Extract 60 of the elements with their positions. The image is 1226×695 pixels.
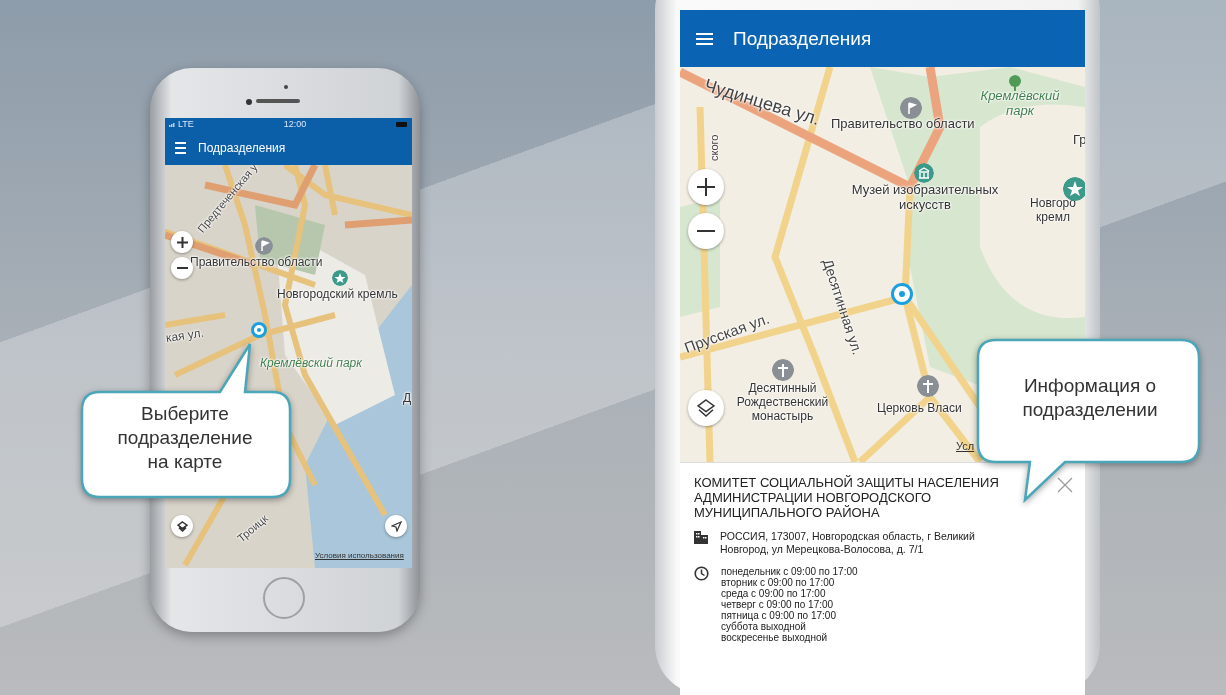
speaker-slot	[256, 99, 300, 103]
layers-icon	[697, 399, 715, 417]
navigation-arrow-icon	[390, 520, 402, 532]
app-title: Подразделения	[198, 140, 286, 155]
layers-icon	[176, 520, 188, 532]
tree-icon	[1008, 75, 1022, 91]
carrier-label: LTE	[178, 119, 194, 129]
layers-button[interactable]	[171, 515, 193, 537]
plus-icon	[697, 178, 715, 196]
hours-line: пятница с 09:00 по 17:00	[721, 610, 837, 621]
zoom-in-button[interactable]	[688, 169, 724, 205]
address-text: РОССИЯ, 173007, Новгородская область, г Великий Новгород, ул Мерецкова-Волосова, д. 7/1	[720, 530, 976, 556]
minus-icon	[697, 230, 715, 232]
terms-link[interactable]: Усл	[956, 440, 975, 452]
hours-line: понедельник с 09:00 по 17:00	[721, 566, 858, 577]
map-label: Десятинный Рождественский монастырь	[735, 382, 830, 424]
hours-line: воскресенье выходной	[721, 632, 829, 643]
battery-icon	[396, 121, 408, 127]
map-label: Кремлёвский парк	[260, 356, 362, 370]
map-label: Кремлёвский парк	[979, 89, 1061, 119]
hours-line: суббота выходной	[721, 621, 807, 632]
app-title: Подразделения	[733, 27, 872, 50]
terms-link[interactable]: Условия использования	[315, 551, 404, 560]
flag-icon	[900, 97, 922, 119]
map-label: Правительство области	[831, 116, 975, 131]
cross-icon	[917, 375, 939, 397]
callout-text: Информация о подразделении	[1021, 374, 1159, 422]
cross-icon	[772, 359, 794, 381]
camera-dot	[246, 99, 252, 105]
menu-icon	[175, 141, 186, 154]
close-icon	[1057, 477, 1073, 493]
zoom-out-button[interactable]	[171, 257, 193, 279]
hours-line: среда с 09:00 по 17:00	[721, 588, 827, 599]
map-label: Музей изобразительных искусств	[850, 183, 1000, 213]
plus-icon	[176, 236, 188, 248]
clock-icon	[694, 566, 709, 581]
sensor-dot	[284, 85, 288, 89]
signal-icon	[169, 121, 176, 127]
organization-title: КОМИТЕТ СОЦИАЛЬНОЙ ЗАЩИТЫ НАСЕЛЕНИЯ АДМИНИСТРАЦИИ НОВГОРОДСКОГО МУНИЦИПАЛЬНОГО РАЙОНА	[694, 475, 1000, 520]
callout-text: Выберите подразделение на карте	[116, 402, 254, 474]
close-button[interactable]	[1057, 477, 1073, 493]
street-label: ского	[708, 134, 720, 161]
building-icon	[694, 530, 708, 544]
minus-icon	[176, 267, 188, 269]
zoom-in-button[interactable]	[171, 231, 193, 253]
flag-icon	[255, 237, 273, 255]
map-label: Церковь Власи	[877, 401, 962, 415]
star-icon	[332, 270, 348, 286]
map-label: Новгоро кремл	[1029, 197, 1077, 225]
hours-line: вторник с 09:00 по 17:00	[721, 577, 836, 588]
menu-icon	[696, 31, 713, 46]
location-marker	[891, 283, 913, 305]
hours-line: четверг с 09:00 по 17:00	[721, 599, 835, 610]
status-time: 12:00	[283, 119, 307, 129]
layers-button[interactable]	[688, 390, 724, 426]
location-marker	[251, 322, 267, 338]
map-label: Д	[403, 391, 412, 405]
museum-icon	[914, 163, 934, 183]
street-label: кая ул.	[165, 325, 205, 345]
map-label: Правительство области	[190, 255, 323, 269]
